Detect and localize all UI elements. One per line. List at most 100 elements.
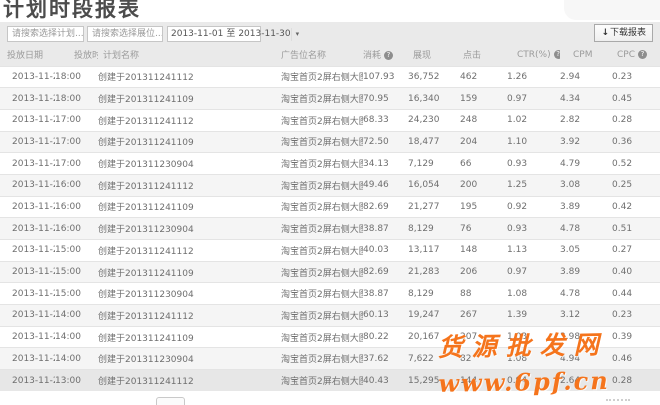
column-header-label: 计划名称 bbox=[98, 48, 139, 61]
table-cell: 0.28 bbox=[612, 370, 660, 392]
table-cell: 3.89 bbox=[560, 196, 612, 218]
table-cell: 3.89 bbox=[560, 261, 612, 283]
table-cell: 0.94 bbox=[507, 370, 560, 392]
slot-search-input[interactable]: 请搜索选择展位... bbox=[87, 26, 163, 42]
column-header: 展现 bbox=[408, 44, 460, 66]
table-row[interactable]: 2013-11-2415:00创建于201311241112淘宝首页2屏右侧大图… bbox=[0, 240, 660, 262]
table-body: 2013-11-2418:00创建于201311241112淘宝首页2屏右侧大图… bbox=[0, 66, 660, 391]
help-icon[interactable]: ? bbox=[638, 50, 647, 59]
column-header: CTR(%)? bbox=[507, 44, 560, 66]
table-cell: 82.69 bbox=[363, 261, 408, 283]
table-cell: 40.03 bbox=[363, 240, 408, 262]
table-cell: 0.42 bbox=[612, 196, 660, 218]
table-cell: 创建于201311241112 bbox=[98, 240, 281, 262]
table-cell: 0.40 bbox=[612, 261, 660, 283]
table-cell: 21,277 bbox=[408, 196, 460, 218]
table-cell: 2.94 bbox=[560, 66, 612, 88]
column-header: CPM bbox=[560, 44, 612, 66]
table-cell: 248 bbox=[460, 109, 507, 131]
date-range-picker[interactable]: 2013-11-01 至 2013-11-30 ▾ bbox=[167, 26, 261, 42]
table-cell: 2013-11-24 bbox=[0, 326, 55, 348]
table-cell: 16,340 bbox=[408, 88, 460, 110]
table-cell: 16:00 bbox=[55, 174, 98, 196]
table-cell: 创建于201311241112 bbox=[98, 305, 281, 327]
table-cell: 0.44 bbox=[612, 283, 660, 305]
column-header-label: 投放时段 bbox=[55, 48, 98, 61]
table-cell: 24,230 bbox=[408, 109, 460, 131]
table-cell: 2013-11-24 bbox=[0, 283, 55, 305]
table-row[interactable]: 2013-11-2414:00创建于201311230904淘宝首页2屏右侧大图… bbox=[0, 348, 660, 370]
table-cell: 2.64 bbox=[560, 370, 612, 392]
pagination-button-partial[interactable] bbox=[156, 397, 185, 405]
table-row[interactable]: 2013-11-2418:00创建于201311241109淘宝首页2屏右侧大图… bbox=[0, 88, 660, 110]
column-header: 投放时段 bbox=[55, 44, 98, 66]
table-row[interactable]: 2013-11-2414:00创建于201311241109淘宝首页2屏右侧大图… bbox=[0, 326, 660, 348]
date-to-label: 至 bbox=[226, 27, 235, 41]
table-cell: 16:00 bbox=[55, 218, 98, 240]
table-cell: 82.69 bbox=[363, 196, 408, 218]
table-cell: 4.79 bbox=[560, 153, 612, 175]
table-cell: 创建于201311241112 bbox=[98, 370, 281, 392]
table-row[interactable]: 2013-11-2416:00创建于201311241112淘宝首页2屏右侧大图… bbox=[0, 174, 660, 196]
chevron-down-icon[interactable]: ▾ bbox=[291, 28, 300, 41]
table-row[interactable]: 2013-11-2417:00创建于201311241112淘宝首页2屏右侧大图… bbox=[0, 109, 660, 131]
table-cell: 17:00 bbox=[55, 109, 98, 131]
table-cell: 0.39 bbox=[612, 326, 660, 348]
table-row[interactable]: 2013-11-2418:00创建于201311241112淘宝首页2屏右侧大图… bbox=[0, 66, 660, 88]
table-cell: 15:00 bbox=[55, 240, 98, 262]
table-cell: 68.33 bbox=[363, 109, 408, 131]
table-cell: 195 bbox=[460, 196, 507, 218]
table-cell: 1.10 bbox=[507, 131, 560, 153]
table-cell: 2013-11-24 bbox=[0, 196, 55, 218]
page-title: 计划时段报表 bbox=[3, 0, 660, 22]
table-cell: 2013-11-24 bbox=[0, 240, 55, 262]
table-cell: 17:00 bbox=[55, 131, 98, 153]
table-row[interactable]: 2013-11-2415:00创建于201311241109淘宝首页2屏右侧大图… bbox=[0, 261, 660, 283]
table-cell: 17:00 bbox=[55, 153, 98, 175]
table-cell: 49.46 bbox=[363, 174, 408, 196]
table-cell: 2013-11-24 bbox=[0, 131, 55, 153]
table-row[interactable]: 2013-11-2415:00创建于201311230904淘宝首页2屏右侧大图… bbox=[0, 283, 660, 305]
table-cell: 0.25 bbox=[612, 174, 660, 196]
table-row[interactable]: 2013-11-2417:00创建于201311230904淘宝首页2屏右侧大图… bbox=[0, 153, 660, 175]
table-cell: 0.93 bbox=[507, 153, 560, 175]
table-row[interactable]: 2013-11-2414:00创建于201311241112淘宝首页2屏右侧大图… bbox=[0, 305, 660, 327]
download-report-button[interactable]: ↓下载报表 bbox=[594, 24, 653, 42]
table-cell: 3.05 bbox=[560, 240, 612, 262]
table-cell: 36,752 bbox=[408, 66, 460, 88]
table-cell: 3.92 bbox=[560, 131, 612, 153]
table-cell: 淘宝首页2屏右侧大图 bbox=[281, 131, 363, 153]
download-report-label: 下载报表 bbox=[610, 28, 646, 38]
table-cell: 0.92 bbox=[507, 196, 560, 218]
table-cell: 18:00 bbox=[55, 66, 98, 88]
table-cell: 16,054 bbox=[408, 174, 460, 196]
table-cell: 60.13 bbox=[363, 305, 408, 327]
help-icon[interactable]: ? bbox=[384, 51, 393, 60]
table-row[interactable]: 2013-11-2413:00创建于201311241112淘宝首页2屏右侧大图… bbox=[0, 370, 660, 392]
plan-search-input[interactable]: 请搜索选择计划... bbox=[7, 26, 84, 42]
table-cell: 1.39 bbox=[507, 305, 560, 327]
table-cell: 1.08 bbox=[507, 283, 560, 305]
table-cell: 1.25 bbox=[507, 174, 560, 196]
table-cell: 4.34 bbox=[560, 88, 612, 110]
table-cell: 66 bbox=[460, 153, 507, 175]
table-cell: 淘宝首页2屏右侧大图 bbox=[281, 88, 363, 110]
table-cell: 1.02 bbox=[507, 109, 560, 131]
column-header-label: 投放日期 bbox=[7, 48, 43, 61]
table-cell: 1.26 bbox=[507, 66, 560, 88]
table-row[interactable]: 2013-11-2416:00创建于201311241109淘宝首页2屏右侧大图… bbox=[0, 196, 660, 218]
table-cell: 创建于201311241109 bbox=[98, 196, 281, 218]
column-header: 点击 bbox=[460, 44, 507, 66]
table-cell: 0.93 bbox=[507, 218, 560, 240]
column-header-label: 消耗 bbox=[363, 48, 381, 61]
table-cell: 38.87 bbox=[363, 283, 408, 305]
table-cell: 82 bbox=[460, 348, 507, 370]
column-header-label: 点击 bbox=[460, 48, 481, 61]
table-cell: 2013-11-24 bbox=[0, 153, 55, 175]
table-cell: 创建于201311241112 bbox=[98, 109, 281, 131]
table-row[interactable]: 2013-11-2417:00创建于201311241109淘宝首页2屏右侧大图… bbox=[0, 131, 660, 153]
column-header-label: CTR(%) bbox=[507, 50, 551, 60]
table-row[interactable]: 2013-11-2416:00创建于201311230904淘宝首页2屏右侧大图… bbox=[0, 218, 660, 240]
table-cell: 2013-11-24 bbox=[0, 218, 55, 240]
table-cell: 淘宝首页2屏右侧大图 bbox=[281, 240, 363, 262]
